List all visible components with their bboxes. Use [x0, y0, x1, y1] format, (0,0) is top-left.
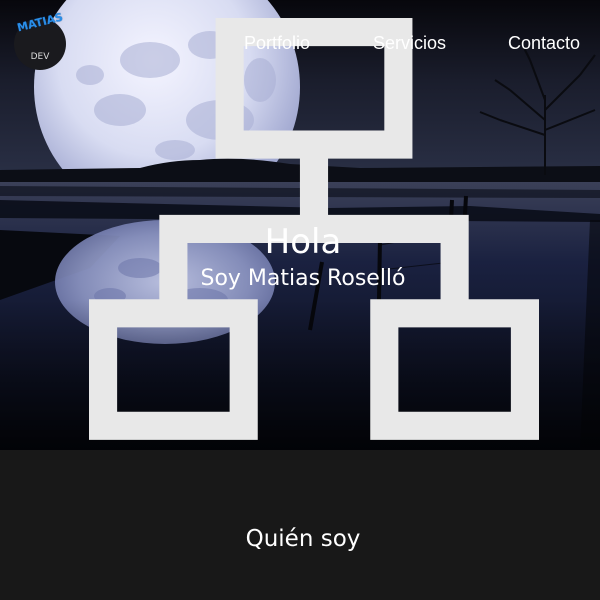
nav-link-servicios[interactable]: Servicios: [373, 33, 446, 54]
about-section: Quién soy: [0, 450, 600, 600]
nav-link-portfolio[interactable]: Portfolio: [244, 33, 310, 54]
page: MATIAS DEV Portfolio Servicios Contacto …: [0, 0, 600, 600]
hero-subtitle: Soy Matias Roselló: [200, 266, 406, 291]
main-nav: Portfolio Servicios Contacto: [0, 33, 600, 57]
about-title: Quién soy: [245, 526, 361, 552]
nav-link-contacto[interactable]: Contacto: [508, 33, 580, 54]
hero-section: MATIAS DEV Portfolio Servicios Contacto …: [0, 0, 600, 450]
hero-title: Hola: [264, 222, 342, 262]
